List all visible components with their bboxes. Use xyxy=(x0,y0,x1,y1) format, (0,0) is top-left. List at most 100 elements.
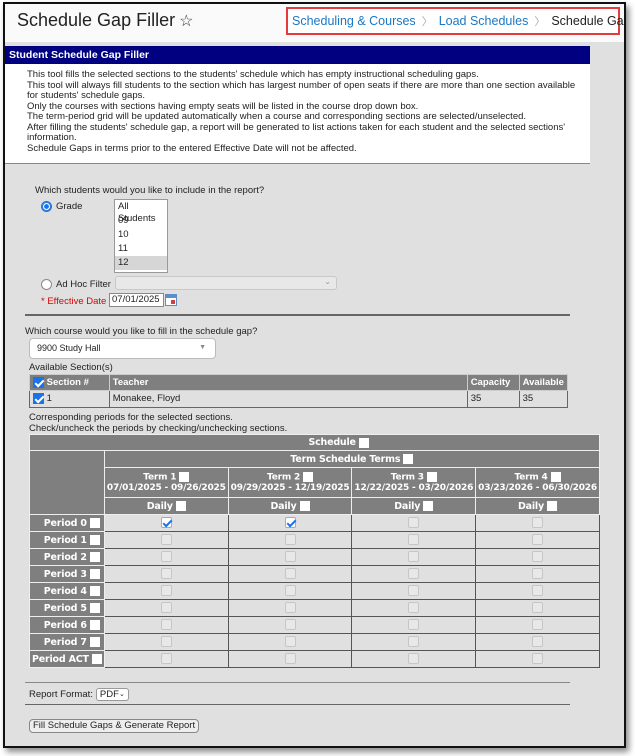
grade-option-item-selected[interactable]: 12 xyxy=(115,256,167,270)
col-available: Available xyxy=(518,373,569,392)
term-name: Term 1 xyxy=(143,472,177,483)
period-term-checkbox xyxy=(532,602,544,614)
period-row: Period 1 xyxy=(29,531,600,549)
day-header: Daily xyxy=(475,497,600,515)
period-checkbox[interactable] xyxy=(89,552,100,562)
favorite-star-icon[interactable]: ☆ xyxy=(179,13,193,30)
period-term-cell xyxy=(475,531,600,549)
grade-listbox[interactable]: All Students 09 10 11 12 xyxy=(114,199,168,273)
grade-option-item[interactable]: 10 xyxy=(115,228,167,242)
report-format-value: PDF xyxy=(99,689,119,700)
term-checkbox[interactable] xyxy=(179,472,190,483)
grade-option[interactable]: Grade xyxy=(41,201,82,212)
period-term-cell xyxy=(103,548,229,566)
period-term-checkbox xyxy=(408,636,420,648)
info-panel: Student Schedule Gap Filler This tool fi… xyxy=(5,46,590,164)
term-dates: 03/23/2026 - 06/30/2026 xyxy=(478,482,597,493)
period-checkbox[interactable] xyxy=(91,654,102,664)
period-term-checkbox xyxy=(532,636,544,648)
day-label: Daily xyxy=(517,500,544,512)
period-term-checkbox xyxy=(408,551,420,563)
breadcrumb-scheduling-courses[interactable]: Scheduling & Courses xyxy=(292,14,416,28)
period-label: Period 4 xyxy=(43,585,87,597)
term-schedule-checkbox[interactable] xyxy=(403,454,414,464)
breadcrumb: Scheduling & Courses 〉 Load Schedules 〉 … xyxy=(286,7,624,35)
period-label: Period 2 xyxy=(43,551,87,563)
period-checkbox[interactable] xyxy=(89,535,100,545)
period-term-checkbox-checked[interactable] xyxy=(160,517,172,529)
sections-table: Section # Teacher Capacity Available 1 M… xyxy=(29,373,569,409)
page-title: Schedule Gap Filler ☆ xyxy=(17,10,193,31)
period-label: Period ACT xyxy=(32,653,89,665)
period-term-checkbox xyxy=(284,602,296,614)
grid-schedule-row: Schedule xyxy=(29,434,600,451)
course-select[interactable]: 9900 Study Hall ▼ xyxy=(29,338,216,359)
chevron-right-icon: 〉 xyxy=(534,16,546,28)
day-checkbox[interactable] xyxy=(175,501,186,511)
day-checkbox[interactable] xyxy=(299,501,310,511)
period-term-checkbox xyxy=(160,534,172,546)
generate-report-button[interactable]: Fill Schedule Gaps & Generate Report xyxy=(29,719,200,733)
term-checkbox[interactable] xyxy=(303,472,314,483)
period-term-checkbox xyxy=(408,619,420,631)
day-checkbox[interactable] xyxy=(423,501,434,511)
schedule-checkbox[interactable] xyxy=(358,437,369,448)
day-checkbox[interactable] xyxy=(547,501,558,511)
term-schedule-header: Term Schedule Terms xyxy=(103,450,600,468)
term-checkbox[interactable] xyxy=(550,472,561,483)
period-term-checkbox xyxy=(160,653,172,665)
periods-note-line: Corresponding periods for the selected s… xyxy=(29,412,233,423)
divider xyxy=(25,314,570,316)
adhoc-radio[interactable] xyxy=(41,279,52,290)
dropdown-arrow-icon: ▼ xyxy=(199,344,206,351)
period-label: Period 6 xyxy=(43,619,87,631)
period-term-checkbox xyxy=(532,619,544,631)
grade-option-item[interactable]: 11 xyxy=(115,242,167,256)
day-header: Daily xyxy=(227,497,353,515)
sections-header-row: Section # Teacher Capacity Available xyxy=(29,373,569,392)
period-term-cell xyxy=(475,633,600,651)
period-header: Period 5 xyxy=(29,599,105,617)
info-line: This tool will always fill students to t… xyxy=(27,79,576,101)
term-checkbox[interactable] xyxy=(426,472,437,483)
period-term-checkbox[interactable] xyxy=(532,517,544,529)
period-checkbox[interactable] xyxy=(89,569,100,579)
available-cell: 35 xyxy=(518,390,569,409)
breadcrumb-load-schedules[interactable]: Load Schedules xyxy=(439,14,529,28)
period-term-checkbox[interactable] xyxy=(408,517,420,529)
period-checkbox[interactable] xyxy=(89,637,100,647)
report-format-select[interactable]: PDF ⌄ xyxy=(95,688,129,701)
top-bar: Schedule Gap Filler ☆ Scheduling & Course… xyxy=(5,4,624,42)
section-checkbox[interactable] xyxy=(33,393,44,405)
effective-date-input[interactable]: 07/01/2025 xyxy=(109,293,164,307)
period-term-checkbox xyxy=(408,653,420,665)
calendar-icon[interactable] xyxy=(165,294,177,306)
page-title-text: Schedule Gap Filler xyxy=(17,10,176,30)
period-checkbox[interactable] xyxy=(89,586,100,596)
period-term-checkbox-checked[interactable] xyxy=(284,517,296,529)
period-header: Period 4 xyxy=(29,582,105,600)
grade-radio[interactable] xyxy=(41,201,52,212)
period-term-checkbox xyxy=(532,585,544,597)
period-term-checkbox xyxy=(284,619,296,631)
adhoc-filter-select[interactable]: ⌄ xyxy=(115,276,337,290)
period-row: Period 2 xyxy=(29,548,600,566)
select-all-sections-checkbox[interactable] xyxy=(33,377,44,388)
period-checkbox[interactable] xyxy=(89,603,100,613)
grid-corner xyxy=(29,450,105,515)
period-header: Period 6 xyxy=(29,616,105,634)
period-term-cell xyxy=(103,599,229,617)
adhoc-option[interactable]: Ad Hoc Filter xyxy=(41,279,111,290)
period-checkbox[interactable] xyxy=(89,620,100,630)
day-header-row: Daily Daily Daily Daily xyxy=(30,497,600,515)
period-term-checkbox xyxy=(160,585,172,597)
term-name: Term 2 xyxy=(267,472,301,483)
period-term-checkbox xyxy=(408,602,420,614)
grid-terms-row: Term Schedule Terms xyxy=(29,450,600,515)
col-capacity: Capacity xyxy=(466,373,520,392)
period-checkbox[interactable] xyxy=(89,518,100,528)
period-term-cell xyxy=(227,514,353,532)
grade-option-item[interactable]: All Students xyxy=(115,200,167,224)
period-term-cell xyxy=(227,582,353,600)
period-term-checkbox xyxy=(160,619,172,631)
